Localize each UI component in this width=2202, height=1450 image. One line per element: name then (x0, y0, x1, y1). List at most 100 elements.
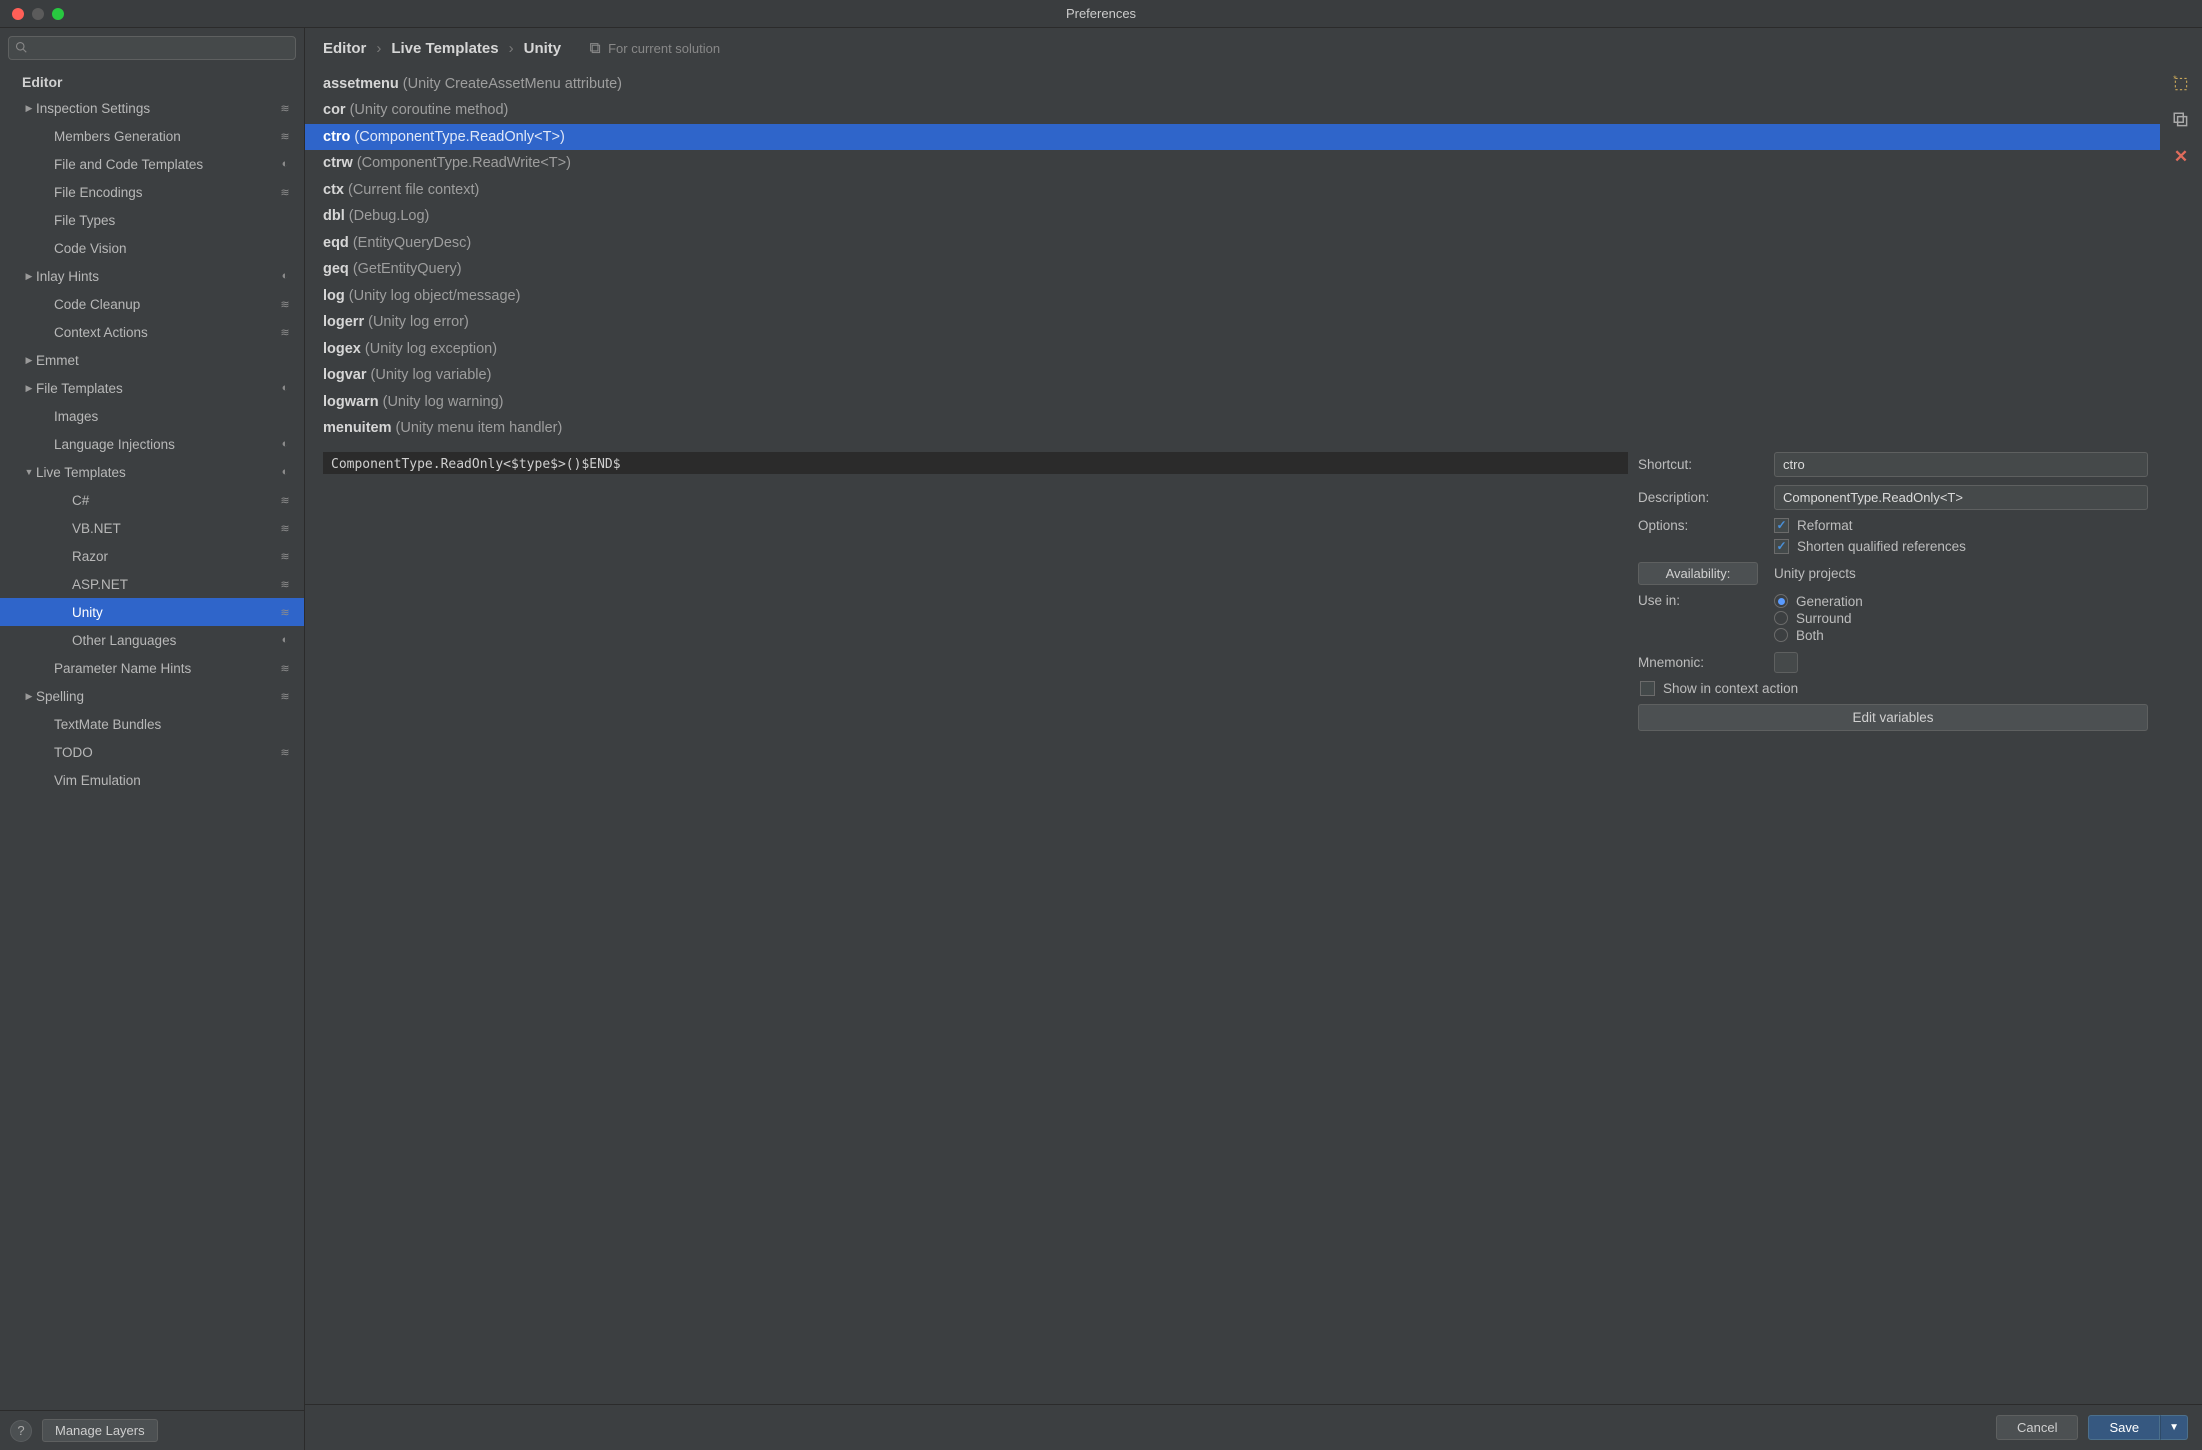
template-row[interactable]: ctrw (ComponentType.ReadWrite<T>) (305, 150, 2160, 176)
duplicate-template-icon[interactable] (2172, 111, 2190, 129)
window-close-button[interactable] (12, 8, 24, 20)
tree-row[interactable]: Members Generation≋ (0, 122, 304, 150)
tree-row[interactable]: C#≋ (0, 486, 304, 514)
tree-row-label: Live Templates (36, 465, 276, 480)
layers-icon: ≋ (280, 662, 289, 675)
tree-row[interactable]: Razor≋ (0, 542, 304, 570)
tree-row[interactable]: ▶Inspection Settings≋ (0, 94, 304, 122)
tree-row[interactable]: Other Languages◐ (0, 626, 304, 654)
tree-row[interactable]: File and Code Templates◐ (0, 150, 304, 178)
template-row[interactable]: eqd (EntityQueryDesc) (305, 230, 2160, 256)
template-row[interactable]: logex (Unity log exception) (305, 336, 2160, 362)
template-row[interactable]: geq (GetEntityQuery) (305, 256, 2160, 282)
breadcrumb-item[interactable]: Editor (323, 40, 366, 57)
scheme-icon: ◐ (282, 438, 289, 450)
edit-variables-button[interactable]: Edit variables (1638, 704, 2148, 731)
tree-row[interactable]: Context Actions≋ (0, 318, 304, 346)
template-abbr: ctrw (323, 155, 357, 171)
tree-row-label: File Templates (36, 381, 276, 396)
tree-row[interactable]: Code Cleanup≋ (0, 290, 304, 318)
tree-row[interactable]: ▶Inlay Hints◐ (0, 262, 304, 290)
tree-row[interactable]: ▶Emmet (0, 346, 304, 374)
availability-button[interactable]: Availability: (1638, 562, 1758, 585)
cancel-button[interactable]: Cancel (1996, 1415, 2078, 1440)
breadcrumb: Editor › Live Templates › Unity (323, 40, 561, 57)
template-row[interactable]: menuitem (Unity menu item handler) (305, 415, 2160, 441)
template-form: Shortcut: Description: Options: (1638, 452, 2148, 1396)
layers-icon: ≋ (280, 494, 289, 507)
chevron-down-icon[interactable]: ▼ (22, 467, 36, 477)
template-code-editor[interactable]: ComponentType.ReadOnly<$type$>()$END$ (323, 452, 1628, 474)
template-row[interactable]: dbl (Debug.Log) (305, 203, 2160, 229)
window-minimize-button[interactable] (32, 8, 44, 20)
show-context-checkbox[interactable] (1640, 681, 1655, 696)
tree-row[interactable]: Vim Emulation (0, 766, 304, 794)
usein-generation-radio[interactable] (1774, 594, 1788, 608)
template-toolbar: * ✕ (2160, 65, 2202, 1404)
template-abbr: logex (323, 341, 365, 357)
tree-row-label: Vim Emulation (54, 773, 276, 788)
mnemonic-input[interactable] (1774, 652, 1798, 673)
help-button[interactable]: ? (10, 1420, 32, 1442)
tree-row[interactable]: Language Injections ◐ (0, 430, 304, 458)
template-abbr: eqd (323, 235, 353, 251)
template-row[interactable]: ctro (ComponentType.ReadOnly<T>) (305, 124, 2160, 150)
shortcut-input[interactable] (1774, 452, 2148, 477)
template-row[interactable]: logerr (Unity log error) (305, 309, 2160, 335)
template-row[interactable]: logwarn (Unity log warning) (305, 389, 2160, 415)
layers-icon: ≋ (280, 298, 289, 311)
chevron-right-icon[interactable]: ▶ (22, 383, 36, 394)
tree-row-label: ASP.NET (72, 577, 276, 592)
template-row[interactable]: logvar (Unity log variable) (305, 362, 2160, 388)
tree-row[interactable]: TODO≋ (0, 738, 304, 766)
chevron-right-icon[interactable]: ▶ (22, 103, 36, 114)
manage-layers-button[interactable]: Manage Layers (42, 1419, 158, 1442)
layers-icon: ≋ (280, 186, 289, 199)
usein-both-radio[interactable] (1774, 628, 1788, 642)
save-button[interactable]: Save (2088, 1415, 2160, 1440)
chevron-right-icon[interactable]: ▶ (22, 271, 36, 282)
tree-row[interactable]: ASP.NET≋ (0, 570, 304, 598)
breadcrumb-item[interactable]: Unity (524, 40, 562, 57)
template-row[interactable]: assetmenu (Unity CreateAssetMenu attribu… (305, 71, 2160, 97)
tree-row[interactable]: File Encodings≋ (0, 178, 304, 206)
tree-row[interactable]: File Types (0, 206, 304, 234)
tree-row[interactable]: ▶Spelling≋ (0, 682, 304, 710)
chevron-right-icon[interactable]: ▶ (22, 691, 36, 702)
template-abbr: dbl (323, 208, 349, 224)
shorten-checkbox[interactable] (1774, 539, 1789, 554)
tree-row[interactable]: ▶File Templates◐ (0, 374, 304, 402)
tree-row[interactable]: Images (0, 402, 304, 430)
tree-row[interactable]: Unity≋ (0, 598, 304, 626)
template-abbr: menuitem (323, 420, 396, 436)
tree-row[interactable]: TextMate Bundles (0, 710, 304, 738)
template-abbr: log (323, 288, 349, 304)
for-current-solution-link[interactable]: For current solution (589, 41, 720, 56)
chevron-right-icon[interactable]: ▶ (22, 355, 36, 366)
reformat-checkbox[interactable] (1774, 518, 1789, 533)
tree-row-label: Code Vision (54, 241, 276, 256)
template-abbr: ctx (323, 182, 348, 198)
search-input[interactable] (8, 36, 296, 60)
tree-row[interactable]: ▼Live Templates◐ (0, 458, 304, 486)
new-template-icon[interactable]: * (2172, 75, 2190, 93)
tree-row[interactable]: Parameter Name Hints≋ (0, 654, 304, 682)
tree-row-label: Images (54, 409, 276, 424)
save-dropdown-icon[interactable]: ▼ (2160, 1415, 2188, 1440)
window-maximize-button[interactable] (52, 8, 64, 20)
template-desc: (Unity log variable) (371, 367, 492, 383)
tree-heading-editor: Editor (0, 70, 304, 94)
template-row[interactable]: cor (Unity coroutine method) (305, 97, 2160, 123)
template-row[interactable]: ctx (Current file context) (305, 177, 2160, 203)
tree-row-label: Language Injections (54, 437, 276, 452)
description-input[interactable] (1774, 485, 2148, 510)
delete-template-icon[interactable]: ✕ (2174, 147, 2188, 167)
template-row[interactable]: log (Unity log object/message) (305, 283, 2160, 309)
template-desc: (Unity log warning) (383, 394, 504, 410)
tree-row[interactable]: VB.NET≋ (0, 514, 304, 542)
breadcrumb-item[interactable]: Live Templates (391, 40, 498, 57)
tree-row[interactable]: Code Vision (0, 234, 304, 262)
sidebar: Editor ▶Inspection Settings≋Members Gene… (0, 28, 305, 1450)
copy-icon (589, 42, 602, 55)
usein-surround-radio[interactable] (1774, 611, 1788, 625)
